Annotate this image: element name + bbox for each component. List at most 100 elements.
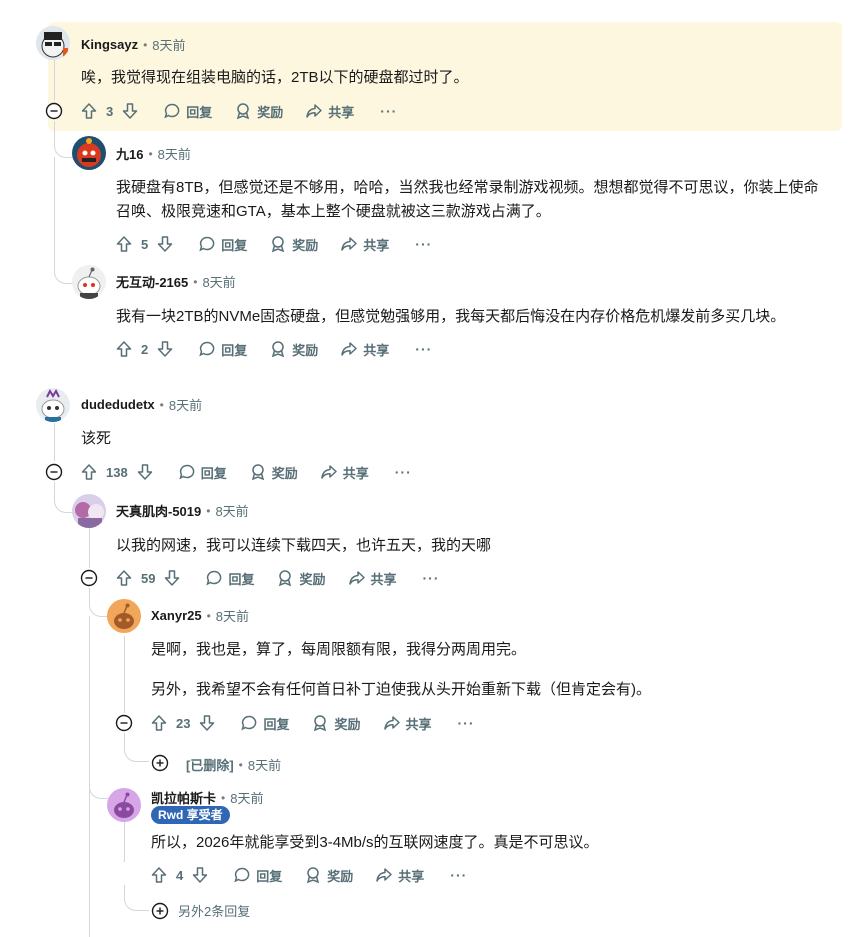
award-button[interactable]: 奖励 xyxy=(304,866,353,885)
award-button[interactable]: 奖励 xyxy=(269,340,318,359)
downvote-icon[interactable] xyxy=(196,712,218,734)
share-label: 共享 xyxy=(328,104,355,120)
author-name[interactable]: 天真肌肉-5019 xyxy=(116,501,201,520)
avatar[interactable] xyxy=(107,788,141,822)
share-button[interactable]: 共享 xyxy=(348,569,397,588)
award-icon xyxy=(237,103,250,120)
author-name[interactable]: Xanyr25 xyxy=(151,608,202,623)
award-button[interactable]: 奖励 xyxy=(276,569,326,588)
separator-dot: • xyxy=(193,274,198,289)
comment-icon xyxy=(199,236,215,252)
timestamp[interactable]: 8天前 xyxy=(216,606,249,625)
comment-body: 是啊，我也是，算了，每周限额有限，我得分两周用完。 另外，我希望不会有任何首日补… xyxy=(151,638,831,702)
upvote-icon[interactable] xyxy=(113,338,135,360)
collapse-icon[interactable] xyxy=(45,102,63,120)
reply-button[interactable]: 回复 xyxy=(205,569,254,588)
avatar[interactable] xyxy=(36,26,70,60)
downvote-icon[interactable] xyxy=(154,338,176,360)
award-button[interactable]: 奖励 xyxy=(269,235,318,254)
author-name[interactable]: 九16 xyxy=(116,144,143,163)
author-name[interactable]: 无互动-2165 xyxy=(116,272,188,291)
comment-header: 天真肌肉-5019 • 8天前 xyxy=(116,501,249,520)
share-button[interactable]: 共享 xyxy=(305,102,354,121)
thread-line xyxy=(124,636,125,713)
share-button[interactable]: 共享 xyxy=(383,714,432,733)
timestamp[interactable]: 8天前 xyxy=(230,788,263,807)
downvote-icon[interactable] xyxy=(154,233,176,255)
avatar[interactable] xyxy=(72,265,106,299)
reply-button[interactable]: 回复 xyxy=(163,102,212,121)
comment-icon xyxy=(179,464,195,480)
award-button[interactable]: 奖励 xyxy=(249,463,298,482)
reply-button[interactable]: 回复 xyxy=(178,463,227,482)
comment-body: 以我的网速，我可以连续下载四天，也许五天，我的天哪 xyxy=(116,534,826,558)
upvote-icon[interactable] xyxy=(78,100,100,122)
upvote-icon[interactable] xyxy=(113,233,135,255)
comment-header: 无互动-2165 • 8天前 xyxy=(116,272,236,291)
share-icon xyxy=(383,716,400,730)
reply-button[interactable]: 回复 xyxy=(233,866,282,885)
upvote-icon[interactable] xyxy=(148,712,170,734)
upvote-icon[interactable] xyxy=(148,864,170,886)
comment-text: 是啊，我也是，算了，每周限额有限，我得分两周用完。 xyxy=(151,641,527,658)
reply-button[interactable]: 回复 xyxy=(198,340,247,359)
collapse-icon[interactable] xyxy=(80,569,98,587)
reply-button[interactable]: 回复 xyxy=(198,235,247,254)
comment-text: 另外，我希望不会有任何首日补丁迫使我从头开始重新下载（但肯定会有)。 xyxy=(151,681,651,698)
downvote-icon[interactable] xyxy=(134,461,156,483)
timestamp[interactable]: 8天前 xyxy=(169,395,202,414)
avatar[interactable] xyxy=(36,388,70,422)
share-label: 共享 xyxy=(363,237,390,253)
author-name[interactable]: Kingsayz xyxy=(81,37,138,52)
author-name[interactable]: 凯拉帕斯卡 xyxy=(151,788,216,807)
reply-label: 回复 xyxy=(221,342,248,358)
downvote-icon[interactable] xyxy=(189,864,211,886)
more-options-icon[interactable]: ··· xyxy=(458,715,475,731)
collapse-icon[interactable] xyxy=(45,463,63,481)
collapse-icon[interactable] xyxy=(115,714,133,732)
reply-label: 回复 xyxy=(256,868,283,884)
share-label: 共享 xyxy=(342,465,369,481)
timestamp[interactable]: 8天前 xyxy=(202,272,235,291)
more-options-icon[interactable]: ··· xyxy=(415,236,432,252)
action-bar: 5 回复 奖励 共享 ··· xyxy=(113,232,432,256)
thread-curve xyxy=(54,269,73,284)
more-options-icon[interactable]: ··· xyxy=(380,103,397,119)
comment-icon xyxy=(234,867,250,883)
comment-header: 九16 • 8天前 xyxy=(116,144,191,163)
reply-button[interactable]: 回复 xyxy=(240,714,289,733)
upvote-icon[interactable] xyxy=(113,567,135,589)
timestamp[interactable]: 8天前 xyxy=(158,144,191,163)
award-button[interactable]: 奖励 xyxy=(311,714,361,733)
share-button[interactable]: 共享 xyxy=(340,340,389,359)
avatar[interactable] xyxy=(72,136,106,170)
more-replies-link[interactable]: 另外2条回复 xyxy=(151,901,250,920)
timestamp[interactable]: 8天前 xyxy=(152,35,185,54)
award-label: 奖励 xyxy=(292,342,319,358)
avatar[interactable] xyxy=(72,494,106,528)
thread-line xyxy=(89,528,90,568)
upvote-icon[interactable] xyxy=(78,461,100,483)
more-options-icon[interactable]: ··· xyxy=(423,570,440,586)
share-button[interactable]: 共享 xyxy=(340,235,389,254)
timestamp[interactable]: 8天前 xyxy=(248,755,281,774)
award-button[interactable]: 奖励 xyxy=(234,102,283,121)
comment-body: 我硬盘有8TB，但感觉还是不够用，哈哈，当然我也经常录制游戏视频。想想都觉得不可… xyxy=(116,176,826,224)
downvote-icon[interactable] xyxy=(119,100,141,122)
comment-text: 我有一块2TB的NVMe固态硬盘，但感觉勉强够用，我每天都后悔没在内存价格危机爆… xyxy=(116,308,786,325)
action-bar: 3 回复 奖励 共享 ··· xyxy=(78,99,397,123)
timestamp[interactable]: 8天前 xyxy=(215,501,248,520)
more-options-icon[interactable]: ··· xyxy=(450,867,467,883)
share-icon xyxy=(306,104,323,118)
thread-curve xyxy=(89,588,108,617)
more-options-icon[interactable]: ··· xyxy=(395,464,412,480)
award-icon xyxy=(272,236,285,253)
downvote-icon[interactable] xyxy=(161,567,183,589)
share-icon xyxy=(341,237,358,251)
more-options-icon[interactable]: ··· xyxy=(415,341,432,357)
author-name[interactable]: dudedudetx xyxy=(81,397,155,412)
share-button[interactable]: 共享 xyxy=(375,866,424,885)
share-button[interactable]: 共享 xyxy=(320,463,369,482)
expand-icon[interactable] xyxy=(151,754,169,772)
avatar[interactable] xyxy=(107,599,141,633)
